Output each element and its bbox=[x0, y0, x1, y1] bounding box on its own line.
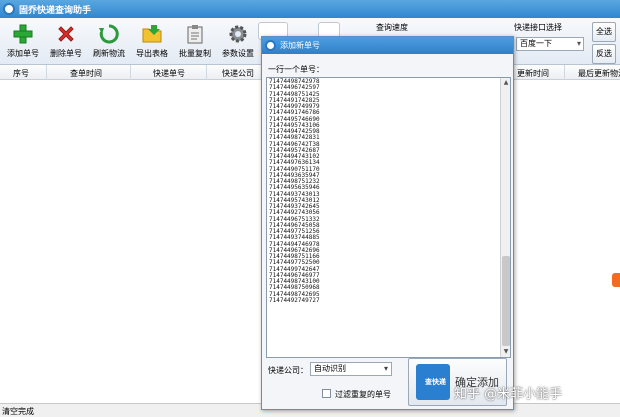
scroll-up-icon[interactable]: ▲ bbox=[502, 79, 510, 87]
clipboard-icon bbox=[187, 25, 203, 44]
api-select-label: 快递接口选择 bbox=[514, 23, 562, 32]
app-title: 固乔快递查询助手 bbox=[19, 6, 92, 16]
col-query-time[interactable]: 查单时间 bbox=[70, 68, 102, 79]
col-courier[interactable]: 快递公司 bbox=[222, 68, 254, 79]
chevron-down-icon: ▾ bbox=[576, 39, 581, 48]
refresh-logistics-button[interactable]: 刷新物流 bbox=[88, 21, 130, 63]
dialog-title: 添加新单号 bbox=[280, 41, 320, 50]
settings-label: 参数设置 bbox=[222, 49, 254, 58]
col-update-time[interactable]: 更新时间 bbox=[517, 68, 549, 79]
add-number-dialog: 添加新单号 一行一个单号： 71474498742978 714744967425… bbox=[261, 36, 514, 410]
app-titlebar: 固乔快递查询助手 bbox=[0, 0, 620, 18]
delete-number-label: 删除单号 bbox=[50, 49, 82, 58]
col-divider[interactable] bbox=[130, 65, 131, 80]
status-text: 清空完成 bbox=[2, 407, 34, 416]
refresh-logistics-label: 刷新物流 bbox=[93, 49, 125, 58]
plus-icon bbox=[13, 24, 33, 44]
side-badge bbox=[612, 273, 620, 287]
export-folder-icon bbox=[142, 25, 162, 43]
export-table-button[interactable]: 导出表格 bbox=[131, 21, 173, 63]
col-index[interactable]: 序号 bbox=[13, 68, 29, 79]
add-number-button[interactable]: 添加单号 bbox=[2, 21, 44, 63]
courier-label: 快递公司： bbox=[268, 366, 308, 375]
tracking-numbers-textarea[interactable]: 71474498742978 71474496742597 714744987514… bbox=[266, 77, 511, 358]
gear-icon bbox=[229, 25, 247, 43]
chevron-down-icon: ▾ bbox=[383, 364, 388, 373]
dialog-titlebar[interactable]: 添加新单号 bbox=[262, 37, 513, 54]
col-divider[interactable] bbox=[564, 65, 565, 80]
col-divider[interactable] bbox=[206, 65, 207, 80]
refresh-icon bbox=[99, 24, 119, 44]
export-table-label: 导出表格 bbox=[136, 49, 168, 58]
search-courier-logo-icon: 查快递 bbox=[416, 364, 450, 400]
filter-duplicates-checkbox[interactable] bbox=[322, 389, 331, 398]
col-tracking-number[interactable]: 快递单号 bbox=[153, 68, 185, 79]
app-logo-icon bbox=[3, 3, 15, 15]
scroll-thumb[interactable] bbox=[502, 256, 510, 346]
filter-duplicates-label: 过滤重复的单号 bbox=[335, 390, 391, 399]
api-select-value: 百度一下 bbox=[520, 39, 552, 48]
logo-text: 查快递 bbox=[425, 378, 446, 386]
textarea-scrollbar[interactable]: ▲ ▼ bbox=[500, 78, 510, 357]
dialog-hint: 一行一个单号： bbox=[268, 65, 324, 74]
tracking-list: 71474498742978 71474496742597 714744987514… bbox=[269, 78, 499, 304]
courier-select[interactable]: 自动识别 ▾ bbox=[310, 362, 392, 376]
batch-copy-label: 批量复制 bbox=[179, 49, 211, 58]
delete-x-icon bbox=[58, 26, 74, 42]
query-speed-label: 查询速度 bbox=[376, 23, 408, 32]
tracking-number-line: 71474492749727 bbox=[269, 296, 320, 304]
watermark-text: 知乎 @米菲小能手 bbox=[454, 387, 563, 402]
scroll-down-icon[interactable]: ▼ bbox=[502, 348, 510, 356]
add-number-label: 添加单号 bbox=[7, 49, 39, 58]
col-last-logistics[interactable]: 最后更新物流 bbox=[578, 68, 620, 79]
settings-button[interactable]: 参数设置 bbox=[217, 21, 259, 63]
invert-select-button[interactable]: 反选 bbox=[592, 44, 616, 64]
batch-copy-button[interactable]: 批量复制 bbox=[174, 21, 216, 63]
api-select[interactable]: 百度一下 ▾ bbox=[516, 37, 584, 51]
select-all-button[interactable]: 全选 bbox=[592, 22, 616, 42]
delete-number-button[interactable]: 删除单号 bbox=[45, 21, 87, 63]
courier-select-value: 自动识别 bbox=[314, 364, 346, 373]
col-divider[interactable] bbox=[46, 65, 47, 80]
app-logo-icon bbox=[265, 40, 276, 51]
